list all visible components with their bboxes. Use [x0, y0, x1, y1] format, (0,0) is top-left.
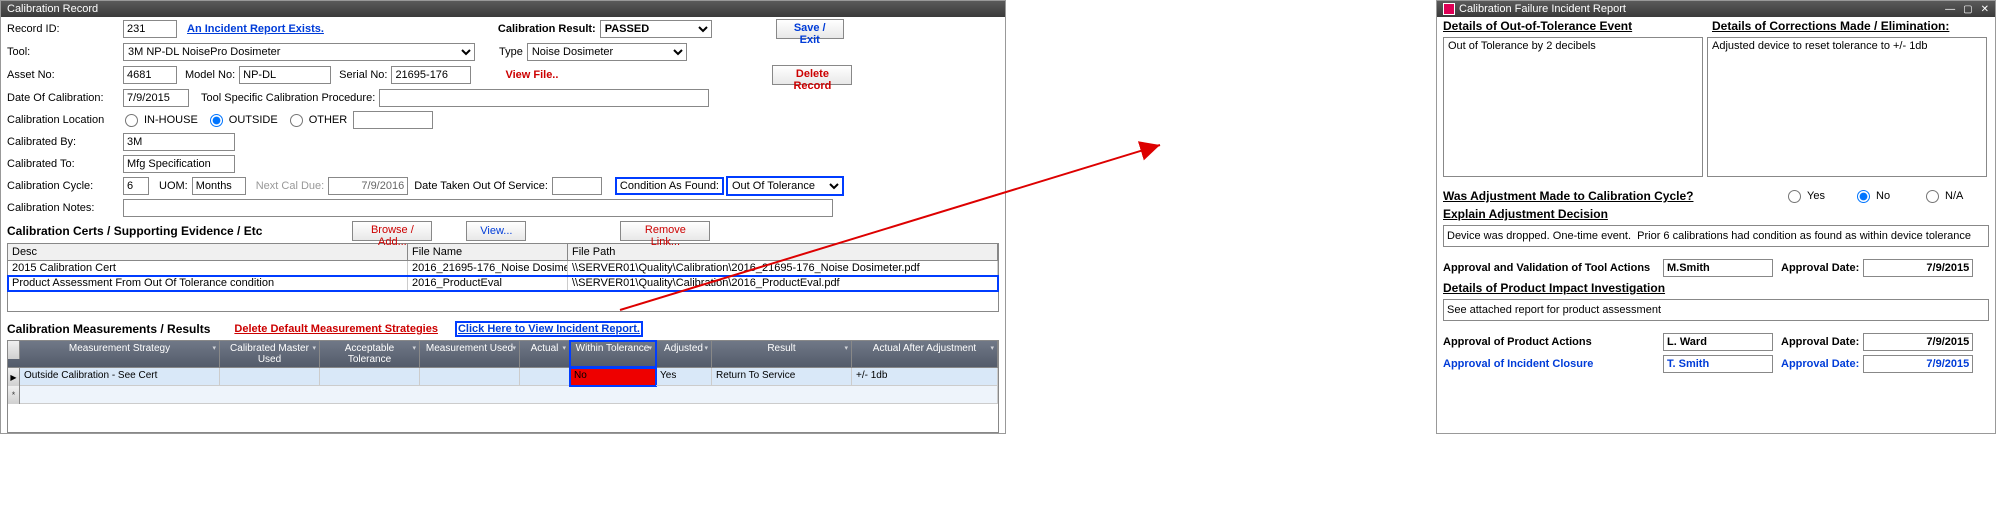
certs-header: Calibration Certs / Supporting Evidence …	[7, 222, 268, 240]
appr-tool-label: Approval and Validation of Tool Actions	[1443, 262, 1659, 274]
calib-to-label: Calibrated To:	[7, 158, 119, 170]
det-out-text[interactable]: Out of Tolerance by 2 decibels	[1443, 37, 1703, 177]
tool-proc-label: Tool Specific Calibration Procedure:	[201, 92, 375, 104]
date-out-input[interactable]	[552, 177, 602, 195]
calib-cycle-input[interactable]	[123, 177, 149, 195]
calib-cycle-label: Calibration Cycle:	[7, 180, 119, 192]
title-right: Calibration Failure Incident Report	[1459, 3, 1626, 15]
appr-tool-input[interactable]	[1663, 259, 1773, 277]
cert-row[interactable]: Product Assessment From Out Of Tolerance…	[8, 276, 998, 291]
det-corr-label: Details of Corrections Made / Eliminatio…	[1712, 19, 1949, 33]
app-icon	[1443, 3, 1455, 15]
tool-label: Tool:	[7, 46, 119, 58]
model-no-input[interactable]	[239, 66, 331, 84]
browse-add-button[interactable]: Browse / Add...	[352, 221, 432, 241]
impact-input[interactable]	[1443, 299, 1989, 321]
incident-report-window: Calibration Failure Incident Report — ▢ …	[1436, 0, 1996, 434]
det-out-label: Details of Out-of-Tolerance Event	[1443, 19, 1708, 33]
next-due-label: Next Cal Due:	[256, 180, 324, 192]
explain-label: Explain Adjustment Decision	[1443, 207, 1608, 221]
cert-col-desc: Desc	[8, 244, 408, 260]
cond-found-select[interactable]: Out Of Tolerance	[727, 177, 843, 195]
date-out-label: Date Taken Out Of Service:	[414, 180, 548, 192]
loc-inhouse-radio[interactable]	[125, 114, 138, 127]
type-select[interactable]: Noise Dosimeter	[527, 43, 687, 61]
cert-col-path: File Path	[568, 244, 998, 260]
delete-strategies-link[interactable]: Delete Default Measurement Strategies	[234, 323, 438, 335]
adj-na-radio[interactable]	[1926, 190, 1939, 203]
appr-tool-date-input[interactable]	[1863, 259, 1973, 277]
appr-inc-label: Approval of Incident Closure	[1443, 358, 1659, 370]
det-corr-text[interactable]: Adjusted device to reset tolerance to +/…	[1707, 37, 1987, 177]
calib-loc-label: Calibration Location	[7, 114, 119, 126]
loc-other-radio[interactable]	[290, 114, 303, 127]
uom-input[interactable]	[192, 177, 246, 195]
maximize-icon[interactable]: ▢	[1963, 4, 1972, 15]
appr-prod-date-input[interactable]	[1863, 333, 1973, 351]
record-id-label: Record ID:	[7, 23, 119, 35]
date-calib-input[interactable]	[123, 89, 189, 107]
meas-header: Calibration Measurements / Results	[7, 320, 216, 338]
appr-date-label: Approval Date:	[1781, 262, 1859, 274]
incident-exists-link[interactable]: An Incident Report Exists.	[187, 23, 324, 35]
measurements-grid: Measurement Strategy Calibrated Master U…	[7, 340, 999, 433]
close-icon[interactable]: ✕	[1981, 4, 1989, 15]
loc-outside-radio[interactable]	[210, 114, 223, 127]
appr-inc-date-input[interactable]	[1863, 355, 1973, 373]
cert-row[interactable]: 2015 Calibration Cert 2016_21695-176_Noi…	[8, 261, 998, 276]
type-label: Type	[499, 46, 523, 58]
meas-row[interactable]: ▶ Outside Calibration - See Cert No Yes …	[8, 368, 998, 386]
asset-no-input[interactable]	[123, 66, 177, 84]
loc-other-input[interactable]	[353, 111, 433, 129]
appr-prod-label: Approval of Product Actions	[1443, 336, 1659, 348]
remove-link-button[interactable]: Remove Link...	[620, 221, 710, 241]
adj-q-label: Was Adjustment Made to Calibration Cycle…	[1443, 189, 1782, 203]
adj-yes-radio[interactable]	[1788, 190, 1801, 203]
tool-proc-input[interactable]	[379, 89, 709, 107]
minimize-icon[interactable]: —	[1945, 4, 1955, 15]
next-due-input[interactable]	[328, 177, 408, 195]
adj-no-radio[interactable]	[1857, 190, 1870, 203]
serial-no-input[interactable]	[391, 66, 471, 84]
calibration-record-window: Calibration Record Record ID: An Inciden…	[0, 0, 1006, 434]
appr-inc-input[interactable]	[1663, 355, 1773, 373]
calib-to-input[interactable]	[123, 155, 235, 173]
model-no-label: Model No:	[185, 69, 235, 81]
title-left: Calibration Record	[7, 3, 98, 15]
appr-inc-date-label: Approval Date:	[1781, 358, 1859, 370]
tool-select[interactable]: 3M NP-DL NoisePro Dosimeter	[123, 43, 475, 61]
appr-prod-input[interactable]	[1663, 333, 1773, 351]
titlebar-left: Calibration Record	[1, 1, 1005, 17]
calibration-result-select[interactable]: PASSED	[600, 20, 712, 38]
titlebar-right: Calibration Failure Incident Report — ▢ …	[1437, 1, 1995, 17]
cert-col-file: File Name	[408, 244, 568, 260]
impact-label: Details of Product Impact Investigation	[1443, 281, 1665, 295]
calibration-result-label: Calibration Result:	[498, 23, 596, 35]
explain-input[interactable]	[1443, 225, 1989, 247]
calib-by-input[interactable]	[123, 133, 235, 151]
asset-no-label: Asset No:	[7, 69, 119, 81]
record-id-input[interactable]	[123, 20, 177, 38]
view-incident-link[interactable]: Click Here to View Incident Report.	[456, 322, 642, 336]
serial-no-label: Serial No:	[339, 69, 387, 81]
notes-label: Calibration Notes:	[7, 202, 119, 214]
certs-table: Desc File Name File Path 2015 Calibratio…	[7, 243, 999, 312]
save-exit-button[interactable]: Save / Exit	[776, 19, 844, 39]
calib-by-label: Calibrated By:	[7, 136, 119, 148]
notes-input[interactable]	[123, 199, 833, 217]
delete-record-button[interactable]: Delete Record	[772, 65, 852, 85]
date-calib-label: Date Of Calibration:	[7, 92, 119, 104]
view-button[interactable]: View...	[466, 221, 526, 241]
appr-prod-date-label: Approval Date:	[1781, 336, 1859, 348]
cond-found-label: Condition As Found:	[616, 178, 723, 194]
view-file-link[interactable]: View File..	[505, 69, 558, 81]
uom-label: UOM:	[159, 180, 188, 192]
meas-row-new[interactable]: *	[8, 386, 998, 404]
